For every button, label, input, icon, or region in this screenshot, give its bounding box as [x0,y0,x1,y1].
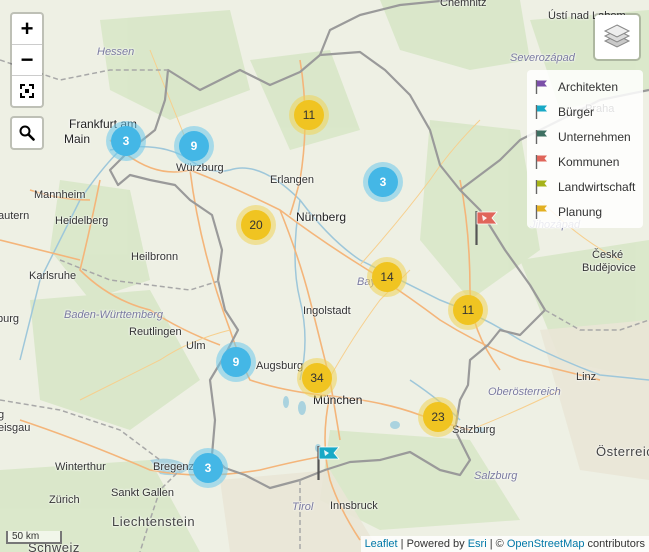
legend-item-unternehmen[interactable]: Unternehmen [527,124,643,149]
cluster-count: 14 [372,262,402,292]
fullscreen-icon [20,84,34,98]
attribution-text: contributors [584,538,645,550]
cluster-count: 34 [302,363,332,393]
marker-cluster[interactable]: 14 [367,257,407,297]
cluster-count: 11 [453,295,483,325]
flag-icon [535,104,547,119]
place-label: Budějovice [582,262,636,274]
place-label: Tirol [292,501,314,513]
place-label: Oberösterreich [488,386,561,398]
place-label: České [592,249,624,261]
place-label: Mannheim [34,189,86,201]
cluster-count: 3 [193,453,223,483]
marker-cluster[interactable]: 23 [418,397,458,437]
esri-link[interactable]: Esri [468,538,487,550]
place-label: autern [0,210,30,222]
legend-label: Bürger [558,104,595,119]
flag-icon [535,129,547,144]
legend-item-kommunen[interactable]: Kommunen [527,149,643,174]
legend-item-architekten[interactable]: Architekten [527,74,643,99]
scale-bar: 50 km [6,531,62,544]
attribution-text: | © [486,538,507,550]
layers-icon [603,24,631,48]
marker-cluster[interactable]: 3 [188,448,228,488]
map-container[interactable]: Chemnitz Ústí nad Labem Severozápad Hessen F… [0,0,649,552]
search-icon [19,125,35,141]
place-label: Main [64,132,91,146]
place-label: Innsbruck [330,500,378,512]
place-label: g [0,409,5,421]
layers-button[interactable] [593,13,641,61]
marker-cluster[interactable]: 11 [448,290,488,330]
flag-marker-kommunen[interactable] [474,210,500,251]
attribution: Leaflet | Powered by Esri | © OpenStreet… [360,536,649,552]
fullscreen-button[interactable] [12,76,42,106]
flag-icon [475,211,498,245]
place-label: Chemnitz [440,0,487,9]
place-label: Zürich [49,494,80,506]
place-label: Augsburg [256,360,304,372]
place-label: Reutlingen [129,326,182,338]
flag-icon [317,446,340,480]
place-label: Ingolstadt [303,305,351,317]
place-label: Heilbronn [131,251,179,263]
legend-item-bürger[interactable]: Bürger [527,99,643,124]
legend-label: Kommunen [558,154,620,169]
flag-icon [535,204,547,219]
legend-item-landwirtschaft[interactable]: Landwirtschaft [527,174,643,199]
place-label: Liechtenstein [112,514,196,529]
cluster-count: 11 [294,100,324,130]
marker-cluster[interactable]: 9 [174,126,214,166]
legend-label: Planung [558,204,603,219]
cluster-count: 3 [368,167,398,197]
marker-cluster[interactable]: 3 [363,162,403,202]
place-label: Hessen [97,46,135,58]
place-label: Sankt Gallen [111,487,174,499]
place-label: burg [0,313,20,325]
place-label: Heidelberg [55,215,109,227]
zoom-in-button[interactable]: + [12,14,42,45]
cluster-count: 9 [179,131,209,161]
flag-icon [535,79,547,94]
zoom-out-button[interactable]: − [12,45,42,76]
leaflet-link[interactable]: Leaflet [365,538,398,550]
place-label: Ulm [186,340,206,352]
place-label: Karlsruhe [29,270,77,282]
attribution-text: | Powered by [397,538,468,550]
place-label: Winterthur [55,461,106,473]
flag-marker-bürger[interactable] [316,445,342,486]
marker-cluster[interactable]: 20 [236,205,276,245]
flag-icon [535,179,547,194]
legend-label: Landwirtschaft [558,179,636,194]
marker-cluster[interactable]: 9 [216,342,256,382]
legend-label: Architekten [558,79,619,94]
place-label: Nürnberg [296,210,347,224]
marker-cluster[interactable]: 3 [106,121,146,161]
place-label: Linz [576,371,597,383]
cluster-count: 20 [241,210,271,240]
search-button[interactable] [10,116,44,150]
cluster-count: 9 [221,347,251,377]
legend-label: Unternehmen [558,129,631,144]
marker-cluster[interactable]: 11 [289,95,329,135]
flag-icon [535,154,547,169]
place-label: Severozápad [510,52,575,64]
marker-cluster[interactable]: 34 [297,358,337,398]
place-label: Österreich [596,444,649,459]
category-legend: Architekten Bürger Unternehmen Kommunen Land… [527,70,643,228]
legend-item-planung[interactable]: Planung [527,199,643,224]
cluster-count: 3 [111,126,141,156]
place-label: Baden-Württemberg [64,309,164,321]
place-label: Salzburg [474,470,518,482]
place-label: Erlangen [270,174,315,186]
cluster-count: 23 [423,402,453,432]
place-label: Salzburg [452,424,496,436]
place-label: eisgau [0,422,31,434]
zoom-control: + − [10,12,44,108]
osm-link[interactable]: OpenStreetMap [507,538,585,550]
